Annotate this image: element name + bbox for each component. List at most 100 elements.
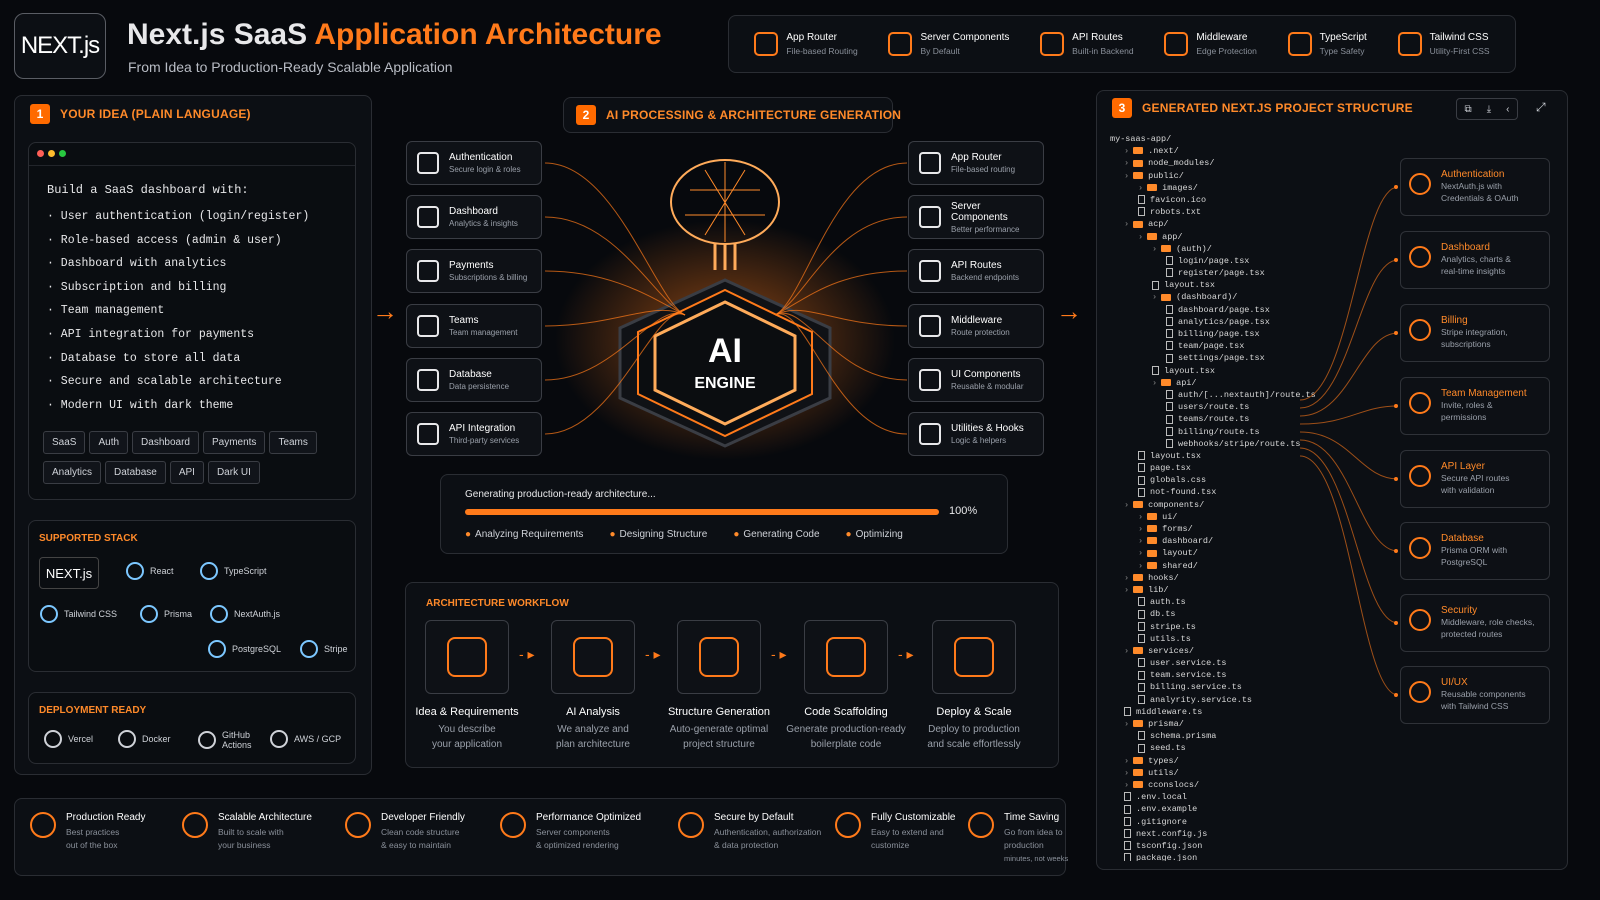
tree-file[interactable]: teams/route.ts <box>1110 413 1316 425</box>
tree-folder[interactable]: › hooks/ <box>1110 572 1316 584</box>
tree-file[interactable]: register/page.tsx <box>1110 267 1316 279</box>
tree-file[interactable]: tsconfig.json <box>1110 840 1316 852</box>
tree-file[interactable]: .gitignore <box>1110 816 1316 828</box>
structure-feature-card[interactable]: API Layer Secure API routes with validatio… <box>1400 450 1550 508</box>
tree-folder[interactable]: › acp/ <box>1110 218 1316 230</box>
tree-file[interactable]: team/page.tsx <box>1110 340 1316 352</box>
structure-feature-card[interactable]: Billing Stripe integration, subscriptions <box>1400 304 1550 362</box>
tree-folder[interactable]: › types/ <box>1110 755 1316 767</box>
workflow-step[interactable] <box>804 620 888 694</box>
tag[interactable]: Teams <box>269 431 317 454</box>
tree-file[interactable]: package.json <box>1110 852 1316 861</box>
tree-folder[interactable]: › forms/ <box>1110 523 1316 535</box>
tree-file[interactable]: db.ts <box>1110 608 1316 620</box>
tree-file[interactable]: settings/page.tsx <box>1110 352 1316 364</box>
tree-file[interactable]: layout.tsx <box>1110 365 1316 377</box>
tree-folder[interactable]: › services/ <box>1110 645 1316 657</box>
tree-folder[interactable]: › shared/ <box>1110 560 1316 572</box>
tree-folder[interactable]: › images/ <box>1110 182 1316 194</box>
tree-file[interactable]: schema.prisma <box>1110 730 1316 742</box>
tree-file[interactable]: stripe.ts <box>1110 621 1316 633</box>
tree-file[interactable]: dashboard/page.tsx <box>1110 304 1316 316</box>
output-card[interactable]: API Routes Backend endpoints <box>908 249 1044 293</box>
input-card[interactable]: Payments Subscriptions & billing <box>406 249 542 293</box>
tree-file[interactable]: team.service.ts <box>1110 669 1316 681</box>
chevron-left-icon[interactable]: ‹ <box>1506 104 1509 115</box>
workflow-step[interactable] <box>551 620 635 694</box>
structure-feature-card[interactable]: Team Management Invite, roles & permission… <box>1400 377 1550 435</box>
tag[interactable]: Payments <box>202 431 266 454</box>
tree-file[interactable]: layout.tsx <box>1110 450 1316 462</box>
workflow-step[interactable] <box>677 620 761 694</box>
tree-folder[interactable]: › prisma/ <box>1110 718 1316 730</box>
structure-feature-card[interactable]: Database Prisma ORM with PostgreSQL <box>1400 522 1550 580</box>
tree-folder[interactable]: › (dashboard)/ <box>1110 291 1316 303</box>
tree-folder[interactable]: › dashboard/ <box>1110 535 1316 547</box>
tree-folder[interactable]: › layout/ <box>1110 547 1316 559</box>
idea-editor[interactable]: Build a SaaS dashboard with: · User auth… <box>28 142 356 500</box>
output-card[interactable]: App Router File-based routing <box>908 141 1044 185</box>
tree-folder[interactable]: › cconslocs/ <box>1110 779 1316 791</box>
tree-file[interactable]: users/route.ts <box>1110 401 1316 413</box>
tag[interactable]: Database <box>105 461 166 484</box>
input-card[interactable]: Database Data persistence <box>406 358 542 402</box>
tree-file[interactable]: webhooks/stripe/route.ts <box>1110 438 1316 450</box>
tag[interactable]: Dashboard <box>132 431 199 454</box>
tree-folder[interactable]: › ui/ <box>1110 511 1316 523</box>
tree-file[interactable]: robots.txt <box>1110 206 1316 218</box>
tree-root[interactable]: my-saas-app/ <box>1110 133 1316 145</box>
copy-icon[interactable]: ⧉ <box>1465 104 1472 115</box>
tree-file[interactable]: .env.local <box>1110 791 1316 803</box>
output-card[interactable]: Server Components Better performance <box>908 195 1044 239</box>
workflow-step[interactable] <box>932 620 1016 694</box>
input-card[interactable]: Dashboard Analytics & insights <box>406 195 542 239</box>
tree-file[interactable]: next.config.js <box>1110 828 1316 840</box>
tree-file[interactable]: not-found.tsx <box>1110 486 1316 498</box>
output-card[interactable]: UI Components Reusable & modular <box>908 358 1044 402</box>
tree-file[interactable]: auth.ts <box>1110 596 1316 608</box>
tree-file[interactable]: analyrity.service.ts <box>1110 694 1316 706</box>
tree-folder[interactable]: › node_modules/ <box>1110 157 1316 169</box>
tree-file[interactable]: seed.ts <box>1110 742 1316 754</box>
tree-folder[interactable]: › .next/ <box>1110 145 1316 157</box>
output-card[interactable]: Utilities & Hooks Logic & helpers <box>908 412 1044 456</box>
tree-file[interactable]: middleware.ts <box>1110 706 1316 718</box>
tree-file[interactable]: user.service.ts <box>1110 657 1316 669</box>
tree-file[interactable]: billing/route.ts <box>1110 426 1316 438</box>
tree-file[interactable]: favicon.ico <box>1110 194 1316 206</box>
tag[interactable]: Auth <box>89 431 129 454</box>
tree-file[interactable]: .env.example <box>1110 803 1316 815</box>
structure-feature-card[interactable]: Security Middleware, role checks, protecte… <box>1400 594 1550 652</box>
brain-icon <box>573 637 613 677</box>
tree-file[interactable]: analytics/page.tsx <box>1110 316 1316 328</box>
tree-file[interactable]: login/page.tsx <box>1110 255 1316 267</box>
tree-file[interactable]: page.tsx <box>1110 462 1316 474</box>
tag[interactable]: SaaS <box>43 431 86 454</box>
tree-folder[interactable]: › lib/ <box>1110 584 1316 596</box>
tag[interactable]: Dark UI <box>207 461 260 484</box>
tree-file[interactable]: billing/page.tsx <box>1110 328 1316 340</box>
tree-file[interactable]: billing.service.ts <box>1110 681 1316 693</box>
tag[interactable]: API <box>169 461 204 484</box>
tree-file[interactable]: auth/[...nextauth]/route.ts <box>1110 389 1316 401</box>
tree-folder[interactable]: › utils/ <box>1110 767 1316 779</box>
input-card[interactable]: API Integration Third-party services <box>406 412 542 456</box>
structure-feature-card[interactable]: Authentication NextAuth.js with Credential… <box>1400 158 1550 216</box>
structure-feature-card[interactable]: UI/UX Reusable components with Tailwind CS… <box>1400 666 1550 724</box>
tree-file[interactable]: layout.tsx <box>1110 279 1316 291</box>
output-card[interactable]: Middleware Route protection <box>908 304 1044 348</box>
input-card[interactable]: Authentication Secure login & roles <box>406 141 542 185</box>
input-card[interactable]: Teams Team management <box>406 304 542 348</box>
download-icon[interactable]: ⤓ <box>1487 104 1491 115</box>
tree-file[interactable]: globals.css <box>1110 474 1316 486</box>
tree-folder[interactable]: › app/ <box>1110 231 1316 243</box>
tree-folder[interactable]: › components/ <box>1110 499 1316 511</box>
tree-folder[interactable]: › (auth)/ <box>1110 243 1316 255</box>
tag[interactable]: Analytics <box>43 461 102 484</box>
tree-folder[interactable]: › public/ <box>1110 170 1316 182</box>
tree-file[interactable]: utils.ts <box>1110 633 1316 645</box>
expand-icon[interactable]: ⤢ <box>1536 100 1546 115</box>
structure-feature-card[interactable]: Dashboard Analytics, charts & real-time in… <box>1400 231 1550 289</box>
workflow-step[interactable] <box>425 620 509 694</box>
tree-folder[interactable]: › api/ <box>1110 377 1316 389</box>
